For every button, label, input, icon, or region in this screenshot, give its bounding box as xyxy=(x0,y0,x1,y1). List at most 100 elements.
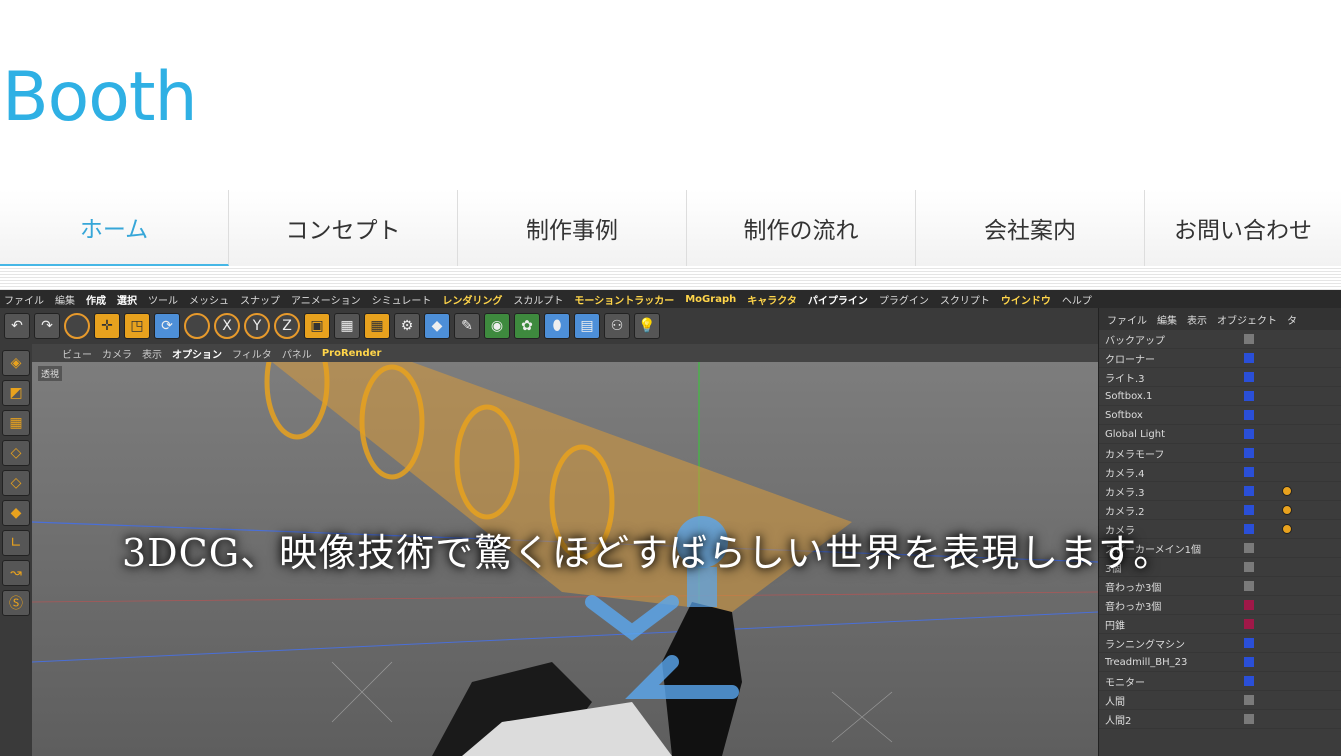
viewport-menu-item: オプション xyxy=(172,349,222,361)
object-menu-item: 編集 xyxy=(1157,315,1177,327)
render-picture-icon: ▦ xyxy=(364,313,390,339)
object-name: Softbox.1 xyxy=(1105,390,1153,402)
viewport-menu-item: カメラ xyxy=(102,349,132,361)
menubar-item: ファイル xyxy=(4,295,44,307)
menubar-item: ツール xyxy=(148,295,178,307)
object-color-swatch xyxy=(1244,714,1254,724)
object-color-swatch xyxy=(1244,391,1254,401)
object-name: Global Light xyxy=(1105,428,1166,440)
coordinate-icon: ▣ xyxy=(304,313,330,339)
object-color-swatch xyxy=(1244,429,1254,439)
object-menu-item: タ xyxy=(1287,315,1297,327)
object-name: カメラ.4 xyxy=(1105,468,1145,480)
object-row: カメラ.2 xyxy=(1099,501,1341,520)
floor-icon: ▤ xyxy=(574,313,600,339)
nav-contact[interactable]: お問い合わせ xyxy=(1145,190,1341,266)
menubar-item: 作成 xyxy=(86,295,106,307)
object-row: 音わっか3個 xyxy=(1099,596,1341,615)
object-color-swatch xyxy=(1244,562,1254,572)
polygons-mode-icon: ◆ xyxy=(2,500,30,526)
object-name: Treadmill_BH_23 xyxy=(1105,656,1188,668)
snap-icon: Ⓢ xyxy=(2,590,30,616)
viewport-menu-item: フィルタ xyxy=(232,349,272,361)
nav-home[interactable]: ホーム xyxy=(0,190,229,266)
subdivision-icon: ◉ xyxy=(484,313,510,339)
object-row: 音わっか3個 xyxy=(1099,577,1341,596)
undo-icon: ↶ xyxy=(4,313,30,339)
material-tag-icon xyxy=(1282,486,1292,496)
select-tool-icon xyxy=(64,313,90,339)
menubar-item: アニメーション xyxy=(291,295,361,307)
object-row: ランニングマシン xyxy=(1099,634,1341,653)
object-row: Treadmill_BH_23 xyxy=(1099,653,1341,672)
material-tag-icon xyxy=(1282,524,1292,534)
object-row: バックアップ xyxy=(1099,330,1341,349)
object-color-swatch xyxy=(1244,524,1254,534)
viewport-menu-item: ProRender xyxy=(321,347,382,359)
material-tag-icon xyxy=(1282,505,1292,515)
site-logo[interactable]: Booth xyxy=(2,64,198,132)
live-select-icon xyxy=(184,313,210,339)
object-row: Global Light xyxy=(1099,425,1341,444)
object-name: ランニングマシン xyxy=(1105,639,1185,651)
menubar-item: パイプライン xyxy=(807,295,868,307)
rotate-tool-icon: ⟳ xyxy=(154,313,180,339)
object-name: クローナー xyxy=(1105,354,1155,366)
menubar-item: スカルプト xyxy=(513,295,564,307)
object-color-swatch xyxy=(1244,353,1254,363)
object-color-swatch xyxy=(1244,638,1254,648)
menubar-item: モーショントラッカー xyxy=(574,295,675,307)
nav-flow[interactable]: 制作の流れ xyxy=(687,190,916,266)
object-menu-item: ファイル xyxy=(1107,315,1147,327)
redo-icon: ↷ xyxy=(34,313,60,339)
render-view-icon: ▦ xyxy=(334,313,360,339)
menubar-item: 選択 xyxy=(117,295,137,307)
render-settings-icon: ⚙ xyxy=(394,313,420,339)
object-name: 人間2 xyxy=(1105,715,1132,727)
texture-mode-icon: ◩ xyxy=(2,380,30,406)
object-row: Softbox xyxy=(1099,406,1341,425)
viewport-menu: ビュー カメラ 表示 オプション フィルタ パネル ProRender xyxy=(32,344,1098,362)
menubar-item: スナップ xyxy=(240,295,280,307)
object-name: 円錐 xyxy=(1105,620,1125,632)
x-axis-icon: X xyxy=(214,313,240,339)
nav-company[interactable]: 会社案内 xyxy=(916,190,1145,266)
object-color-swatch xyxy=(1244,505,1254,515)
edges-mode-icon: ◇ xyxy=(2,470,30,496)
object-row: 人間 xyxy=(1099,691,1341,710)
app-menubar: ファイル 編集 作成 選択 ツール メッシュ スナップ アニメーション シミュレート レンダリング… xyxy=(0,290,1341,308)
object-color-swatch xyxy=(1244,467,1254,477)
menubar-item: レンダリング xyxy=(442,295,503,307)
nav-works[interactable]: 制作事例 xyxy=(458,190,687,266)
object-color-swatch xyxy=(1244,600,1254,610)
object-manager-menu: ファイル 編集 表示 オブジェクトタ xyxy=(1099,308,1341,330)
object-color-swatch xyxy=(1244,657,1254,667)
object-row: ライト.3 xyxy=(1099,368,1341,387)
menubar-item: 編集 xyxy=(55,295,75,307)
object-row: モニター xyxy=(1099,672,1341,691)
object-color-swatch xyxy=(1244,676,1254,686)
move-tool-icon: ✛ xyxy=(94,313,120,339)
object-color-swatch xyxy=(1244,543,1254,553)
hero-image: ファイル 編集 作成 選択 ツール メッシュ スナップ アニメーション シミュレート レンダリング… xyxy=(0,290,1341,756)
object-name: 音わっか3個 xyxy=(1105,582,1162,594)
object-row: カメラ.4 xyxy=(1099,463,1341,482)
nav-concept[interactable]: コンセプト xyxy=(229,190,458,266)
object-color-swatch xyxy=(1244,372,1254,382)
menubar-item: メッシュ xyxy=(189,295,229,307)
object-color-swatch xyxy=(1244,581,1254,591)
app-toolbar: ↶ ↷ ✛ ◳ ⟳ X Y Z ▣ ▦ ▦ ⚙ ◆ ✎ ◉ ✿ ⬮ ▤ ⚇ 💡 xyxy=(0,308,1098,344)
object-name: カメラ.3 xyxy=(1105,487,1145,499)
menubar-item: MoGraph xyxy=(685,293,737,305)
menubar-item: キャラクタ xyxy=(747,295,797,307)
object-row: カメラモーフ xyxy=(1099,444,1341,463)
cloner-icon: ✿ xyxy=(514,313,540,339)
object-name: Softbox xyxy=(1105,409,1143,421)
object-row: カメラ.3 xyxy=(1099,482,1341,501)
object-color-swatch xyxy=(1244,410,1254,420)
main-nav: ホーム コンセプト 制作事例 制作の流れ 会社案内 お問い合わせ xyxy=(0,190,1341,266)
object-name: 音わっか3個 xyxy=(1105,601,1162,613)
tweak-mode-icon: ↝ xyxy=(2,560,30,586)
menubar-item: ウインドウ xyxy=(1000,295,1051,307)
menubar-item: シミュレート xyxy=(371,295,432,307)
